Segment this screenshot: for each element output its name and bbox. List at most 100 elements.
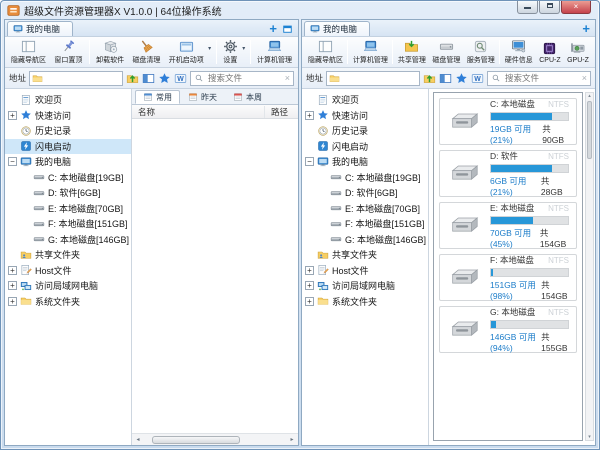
tree-item-drive-g[interactable]: G: 本地磁盘[146GB]: [302, 232, 428, 248]
scroll-down-icon[interactable]: ▾: [588, 434, 591, 440]
scroll-right-icon[interactable]: ▸: [286, 436, 298, 443]
w-tool-button[interactable]: W: [174, 72, 187, 85]
search-input[interactable]: [503, 72, 580, 84]
add-tab-button[interactable]: +: [269, 23, 277, 34]
cpuz-icon: [542, 41, 557, 56]
vertical-scrollbar-thumb[interactable]: [587, 101, 592, 159]
right-search-box[interactable]: ×: [487, 71, 591, 86]
horizontal-scrollbar[interactable]: ◂ ▸: [132, 433, 298, 445]
tree-item-drive-f[interactable]: F: 本地磁盘[151GB]: [302, 216, 428, 232]
tree-item-shared-folders[interactable]: 共享文件夹: [5, 247, 131, 263]
share-management-button[interactable]: 共享管理: [396, 38, 428, 66]
disk-card-g[interactable]: G: 本地磁盘NTFS146GB 可用(94%)共 155GB: [439, 306, 577, 353]
settings-button[interactable]: 设置: [221, 38, 240, 66]
tree-item-lan-computers[interactable]: +访问局域网电脑: [5, 278, 131, 294]
tree-item-host-file[interactable]: +Host文件: [302, 263, 428, 279]
tree-item-my-computer[interactable]: −我的电脑: [5, 154, 131, 170]
service-management-button[interactable]: 服务管理: [465, 38, 497, 66]
chevron-down-icon[interactable]: ▾: [208, 45, 211, 52]
tree-item-drive-f[interactable]: F: 本地磁盘[151GB]: [5, 216, 131, 232]
tree-item-drive-d[interactable]: D: 软件[6GB]: [302, 185, 428, 201]
tile-windows-button[interactable]: [282, 23, 293, 34]
column-header-name[interactable]: 名称: [132, 106, 264, 118]
left-tab-my-computer[interactable]: 我的电脑: [7, 21, 73, 36]
w-tool-button[interactable]: W: [471, 72, 484, 85]
tree-item-host-file[interactable]: + Host文件: [5, 263, 131, 279]
favorite-star-button[interactable]: [158, 72, 171, 85]
tree-item-drive-c[interactable]: C: 本地磁盘[19GB]: [302, 170, 428, 186]
minimize-button[interactable]: [517, 1, 538, 14]
tree-item-drive-e[interactable]: E: 本地磁盘[70GB]: [5, 201, 131, 217]
hardware-info-button[interactable]: 硬件信息: [503, 38, 535, 66]
clear-search-icon[interactable]: ×: [285, 74, 290, 83]
disk-management-button[interactable]: 磁盘管理: [430, 38, 462, 66]
collapse-icon[interactable]: −: [8, 157, 17, 166]
scroll-left-icon[interactable]: ◂: [132, 436, 144, 443]
expand-icon[interactable]: +: [8, 297, 17, 306]
title-bar[interactable]: 超级文件资源管理器X V1.0.0 | 64位操作系统: [1, 1, 599, 19]
tree-item-lightning-start[interactable]: 闪电启动: [5, 139, 131, 155]
disk-card-e[interactable]: E: 本地磁盘NTFS70GB 可用(45%)共 154GB: [439, 202, 577, 249]
tree-item-my-computer[interactable]: −我的电脑: [302, 154, 428, 170]
left-search-box[interactable]: ×: [190, 71, 294, 86]
tree-item-shared-folders[interactable]: 共享文件夹: [302, 247, 428, 263]
expand-icon[interactable]: +: [305, 266, 314, 275]
uninstall-software-button[interactable]: 卸载软件: [94, 38, 126, 66]
tree-item-lan-computers[interactable]: +访问局域网电脑: [302, 278, 428, 294]
address-input[interactable]: [326, 71, 420, 86]
pin-window-top-button[interactable]: 窗口置顶: [52, 38, 84, 66]
vertical-scrollbar[interactable]: ▴ ▾: [585, 92, 594, 441]
expand-icon[interactable]: +: [305, 297, 314, 306]
tree-item-history[interactable]: 历史记录: [302, 123, 428, 139]
tree-item-quick-access[interactable]: +快速访问: [5, 108, 131, 124]
disk-card-c[interactable]: C: 本地磁盘NTFS19GB 可用(21%)共 90GB: [439, 98, 577, 145]
expand-icon[interactable]: +: [305, 281, 314, 290]
tree-item-drive-e[interactable]: E: 本地磁盘[70GB]: [302, 201, 428, 217]
search-input[interactable]: [206, 72, 283, 84]
horizontal-scrollbar-thumb[interactable]: [152, 436, 240, 444]
file-tab-yesterday[interactable]: 昨天: [180, 90, 225, 104]
split-panel-button[interactable]: [439, 72, 452, 85]
chevron-down-icon[interactable]: ▾: [242, 45, 245, 52]
tree-item-welcome-page[interactable]: 欢迎页: [5, 92, 131, 108]
computer-management-button[interactable]: 计算机管理: [351, 38, 390, 66]
hide-nav-button[interactable]: 隐藏导航区: [306, 38, 345, 66]
collapse-icon[interactable]: −: [305, 157, 314, 166]
file-tab-common[interactable]: 常用: [135, 90, 180, 104]
scroll-up-icon[interactable]: ▴: [588, 93, 591, 99]
tree-item-quick-access[interactable]: +快速访问: [302, 108, 428, 124]
cpu-z-button[interactable]: CPU-Z: [537, 40, 562, 65]
folder-up-button[interactable]: [423, 72, 436, 85]
column-header-path[interactable]: 路径: [264, 106, 298, 118]
folder-up-button[interactable]: [126, 72, 139, 85]
split-panel-button[interactable]: [142, 72, 155, 85]
tree-item-system-folders[interactable]: +系统文件夹: [5, 294, 131, 310]
maximize-button[interactable]: [539, 1, 560, 14]
startup-items-button[interactable]: 开机启动项: [167, 38, 206, 66]
disk-card-f[interactable]: F: 本地磁盘NTFS151GB 可用(98%)共 154GB: [439, 254, 577, 301]
hide-nav-button[interactable]: 隐藏导航区: [9, 38, 48, 66]
disk-cleanup-button[interactable]: 磁盘清理: [130, 38, 162, 66]
tree-item-label: Host文件: [35, 264, 72, 277]
expand-icon[interactable]: +: [8, 111, 17, 120]
expand-icon[interactable]: +: [305, 111, 314, 120]
tree-item-drive-c[interactable]: C: 本地磁盘[19GB]: [5, 170, 131, 186]
expand-icon[interactable]: +: [8, 281, 17, 290]
tree-item-welcome-page[interactable]: 欢迎页: [302, 92, 428, 108]
file-tab-week[interactable]: 本周: [225, 90, 270, 104]
clear-search-icon[interactable]: ×: [582, 74, 587, 83]
tree-item-system-folders[interactable]: +系统文件夹: [302, 294, 428, 310]
disk-card-d[interactable]: D: 软件NTFS6GB 可用(21%)共 28GB: [439, 150, 577, 197]
right-tab-my-computer[interactable]: 我的电脑: [304, 21, 370, 36]
address-input[interactable]: [29, 71, 123, 86]
tree-item-drive-g[interactable]: G: 本地磁盘[146GB]: [5, 232, 131, 248]
add-tab-button[interactable]: +: [582, 23, 590, 34]
computer-management-button[interactable]: 计算机管理: [255, 38, 294, 66]
expand-icon[interactable]: +: [8, 266, 17, 275]
tree-item-lightning-start[interactable]: 闪电启动: [302, 139, 428, 155]
close-button[interactable]: ×: [561, 1, 591, 14]
favorite-star-button[interactable]: [455, 72, 468, 85]
gpu-z-button[interactable]: GPU-Z: [565, 40, 591, 65]
tree-item-history[interactable]: 历史记录: [5, 123, 131, 139]
tree-item-drive-d[interactable]: D: 软件[6GB]: [5, 185, 131, 201]
